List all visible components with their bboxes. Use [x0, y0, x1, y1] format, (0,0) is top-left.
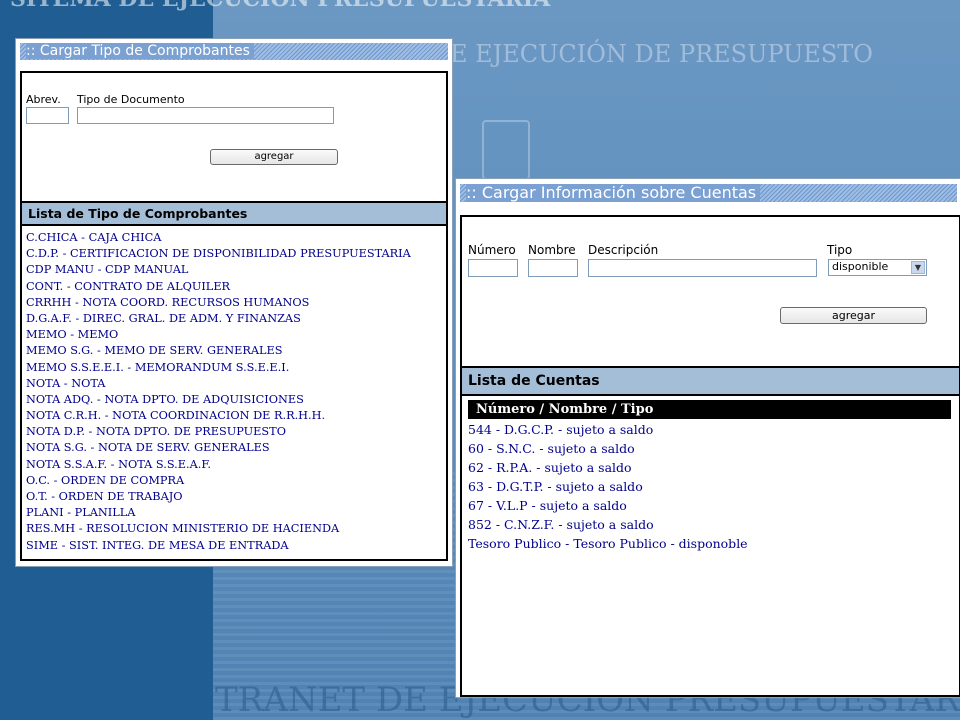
list-item: MEMO S.S.E.E.I. - MEMORANDUM S.S.E.E.I.: [26, 360, 290, 374]
tipo-selected-value: disponible: [832, 260, 889, 273]
list-item: O.C. - ORDEN DE COMPRA: [26, 473, 185, 487]
cuentas-list: 544 - D.G.C.P. - sujeto a saldo 60 - S.N.…: [468, 420, 748, 553]
list-item: NOTA - NOTA: [26, 376, 106, 390]
list-item: 63 - D.G.T.P. - sujeto a saldo: [468, 479, 643, 494]
comprobantes-list-header: Lista de Tipo de Comprobantes: [20, 201, 448, 226]
list-item: 544 - D.G.C.P. - sujeto a saldo: [468, 422, 654, 437]
list-item: RES.MH - RESOLUCION MINISTERIO DE HACIEN…: [26, 522, 340, 536]
cuentas-panel-title: :: Cargar Información sobre Cuentas: [466, 184, 761, 202]
chevron-down-icon[interactable]: ▼: [911, 261, 925, 274]
cuentas-form: Número Nombre Descripción Tipo disponibl…: [460, 215, 960, 369]
cuentas-table-header: Número / Nombre / Tipo: [468, 400, 951, 419]
nombre-label: Nombre: [528, 243, 576, 257]
list-item: CONT. - CONTRATO DE ALQUILER: [26, 279, 231, 293]
list-item: CDP MANU - CDP MANUAL: [26, 263, 189, 277]
list-item: SIME - SIST. INTEG. DE MESA DE ENTRADA: [26, 538, 289, 552]
descripcion-input[interactable]: [588, 259, 817, 277]
list-item: CRRHH - NOTA COORD. RECURSOS HUMANOS: [26, 295, 310, 309]
comprobantes-add-button[interactable]: agregar: [210, 149, 338, 165]
list-item: NOTA S.G. - NOTA DE SERV. GENERALES: [26, 441, 270, 455]
comprobantes-panel-title: :: Cargar Tipo de Comprobantes: [26, 43, 254, 59]
list-item: NOTA ADQ. - NOTA DPTO. DE ADQUISICIONES: [26, 392, 304, 406]
tipo-label: Tipo: [827, 243, 853, 257]
list-item: PLANI - PLANILLA: [26, 506, 136, 520]
list-item: O.T. - ORDEN DE TRABAJO: [26, 490, 183, 503]
background-title-text: E EJECUCIÓN DE PRESUPUESTO: [450, 40, 873, 68]
tipo-documento-input[interactable]: [77, 107, 334, 124]
cuentas-panel-header: :: Cargar Información sobre Cuentas: [460, 184, 957, 202]
cuentas-list-title: Lista de Cuentas: [468, 373, 600, 389]
comprobantes-list-title: Lista de Tipo de Comprobantes: [28, 206, 248, 221]
background-logo: [482, 120, 530, 180]
comprobantes-list-box: C.CHICA - CAJA CHICA C.D.P. - CERTIFICACI…: [20, 224, 448, 561]
list-item: C.CHICA - CAJA CHICA: [26, 231, 162, 244]
cuentas-add-button[interactable]: agregar: [780, 307, 927, 324]
comprobantes-form: Abrev. Tipo de Documento agregar: [20, 71, 448, 203]
list-item: 60 - S.N.C. - sujeto a saldo: [468, 441, 635, 456]
numero-input[interactable]: [468, 259, 518, 277]
list-item: C.D.P. - CERTIFICACION DE DISPONIBILIDAD…: [26, 247, 411, 261]
nombre-input[interactable]: [528, 259, 578, 277]
list-item: NOTA D.P. - NOTA DPTO. DE PRESUPUESTO: [26, 425, 286, 439]
list-item: MEMO S.G. - MEMO DE SERV. GENERALES: [26, 344, 283, 358]
tipo-select[interactable]: disponible ▼: [828, 259, 927, 276]
list-item: D.G.A.F. - DIREC. GRAL. DE ADM. Y FINANZ…: [26, 311, 301, 325]
cuentas-table-header-label: Número / Nombre / Tipo: [476, 402, 654, 417]
descripcion-label: Descripción: [588, 243, 659, 257]
abrev-label: Abrev.: [26, 93, 61, 106]
list-item: 852 - C.N.Z.F. - sujeto a saldo: [468, 517, 654, 532]
tipo-documento-label: Tipo de Documento: [77, 93, 185, 106]
background-top-text: SITEMA DE EJECUCION PRESUPUESTARIA: [10, 0, 550, 12]
list-item: MEMO - MEMO: [26, 328, 119, 342]
list-item: Tesoro Publico - Tesoro Publico - dispon…: [468, 536, 748, 551]
comprobantes-panel-header: :: Cargar Tipo de Comprobantes: [20, 43, 448, 60]
cuentas-panel: :: Cargar Información sobre Cuentas Núme…: [455, 178, 960, 698]
numero-label: Número: [468, 243, 516, 257]
comprobantes-panel: :: Cargar Tipo de Comprobantes Abrev. Ti…: [15, 38, 453, 567]
cuentas-list-box: Número / Nombre / Tipo 544 - D.G.C.P. - …: [460, 394, 960, 697]
list-item: NOTA C.R.H. - NOTA COORDINACION DE R.R.H…: [26, 409, 326, 423]
list-item: NOTA S.S.A.F. - NOTA S.S.E.A.F.: [26, 457, 212, 471]
abrev-input[interactable]: [26, 107, 69, 124]
cuentas-list-header: Lista de Cuentas: [460, 366, 960, 396]
comprobantes-list: C.CHICA - CAJA CHICA C.D.P. - CERTIFICACI…: [26, 230, 411, 554]
list-item: 62 - R.P.A. - sujeto a saldo: [468, 460, 632, 475]
list-item: 67 - V.L.P - sujeto a saldo: [468, 498, 627, 513]
